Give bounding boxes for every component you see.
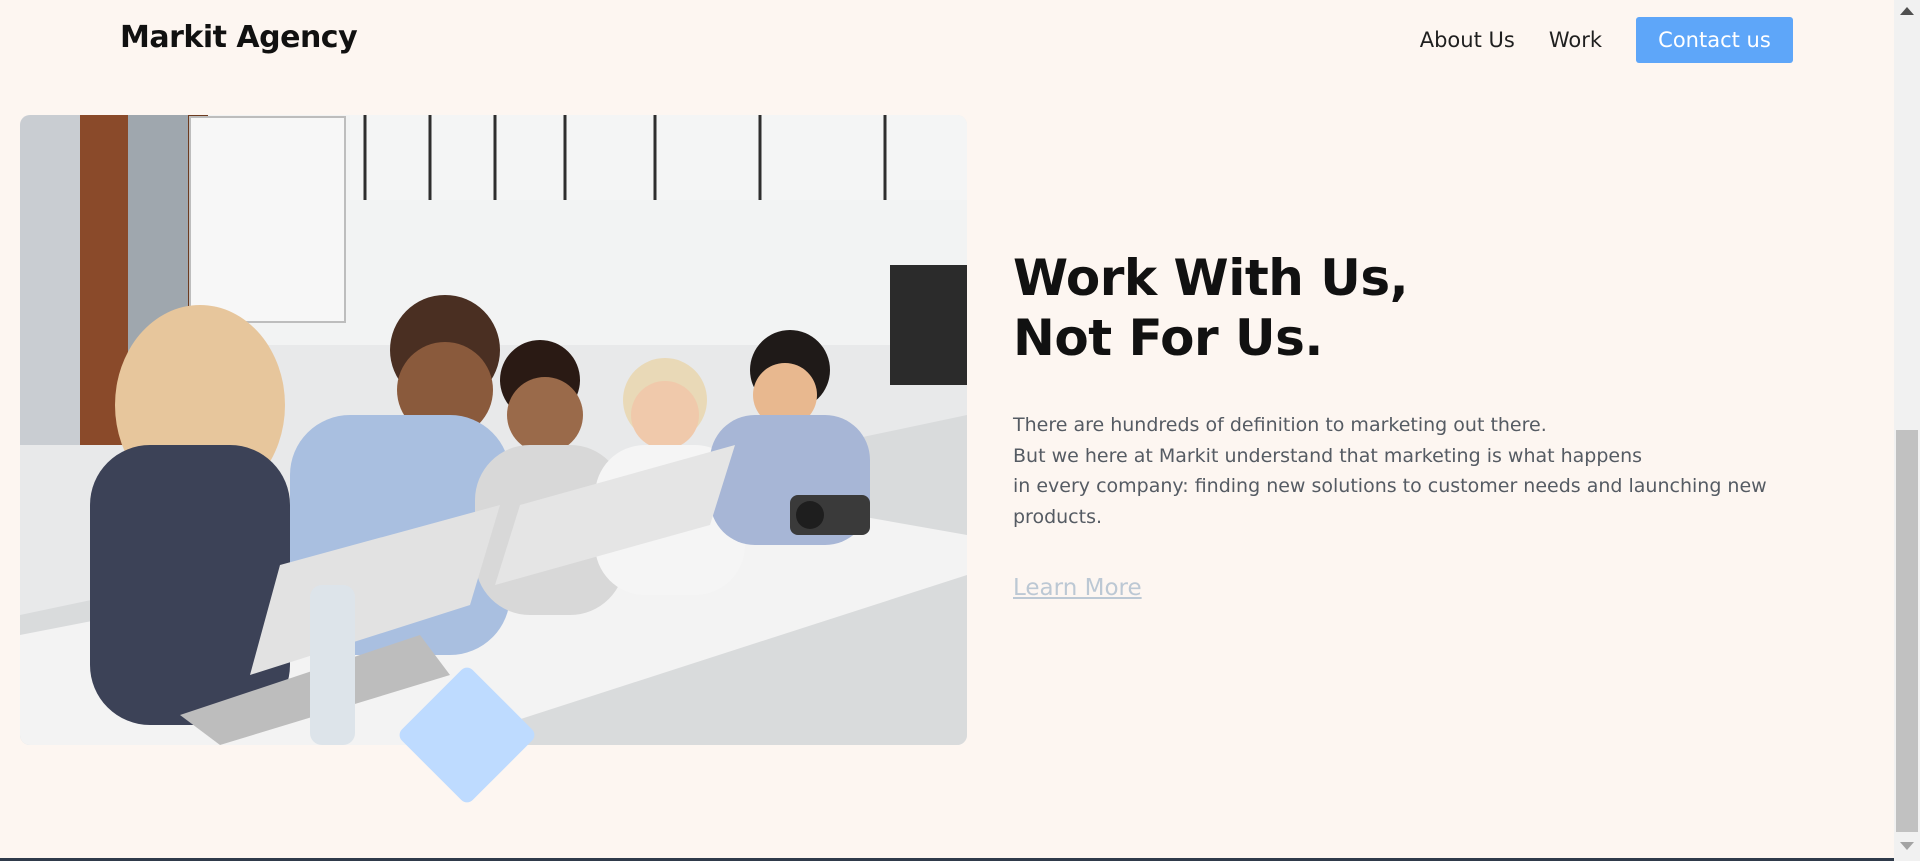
triangle-up-icon[interactable] — [1900, 7, 1914, 15]
hero-description-line-1: There are hundreds of definition to mark… — [1013, 414, 1547, 436]
hero-description-line-2: But we here at Markit understand that ma… — [1013, 444, 1643, 467]
brand-logo[interactable]: Markit Agency — [120, 20, 358, 55]
nav-link-work[interactable]: Work — [1549, 28, 1602, 52]
learn-more-link[interactable]: Learn More — [1013, 575, 1142, 601]
vertical-scrollbar[interactable] — [1894, 0, 1920, 861]
contact-button[interactable]: Contact us — [1636, 17, 1793, 63]
triangle-down-icon[interactable] — [1900, 842, 1914, 850]
page: Markit Agency About Us Work Contact us W… — [0, 0, 1920, 861]
hero-description-line-4: products. — [1013, 505, 1103, 528]
hero-image — [20, 115, 967, 745]
main-nav: About Us Work Contact us — [1420, 17, 1793, 63]
nav-link-about[interactable]: About Us — [1420, 28, 1515, 52]
hero-description: There are hundreds of definition to mark… — [1013, 410, 1843, 532]
hero-photo-illustration — [20, 115, 967, 745]
hero-title-line-2: Not For Us. — [1013, 309, 1323, 367]
hero-description-line-3: in every company: finding new solutions … — [1013, 475, 1767, 497]
hero-title-line-1: Work With Us, — [1013, 249, 1409, 307]
scrollbar-thumb[interactable] — [1896, 430, 1918, 832]
hero-title: Work With Us, Not For Us. — [1013, 248, 1409, 368]
site-header: Markit Agency About Us Work Contact us — [0, 0, 1894, 78]
